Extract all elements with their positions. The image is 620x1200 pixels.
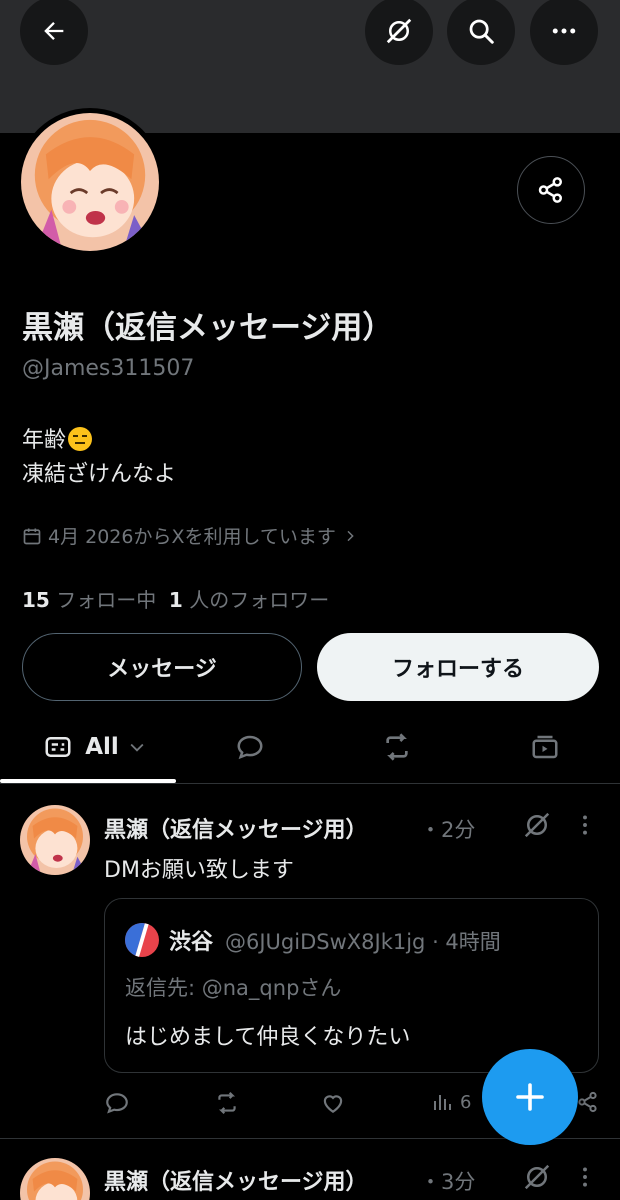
joined-text: 4月 2026からXを利用しています <box>48 526 336 548</box>
compose-post-button[interactable] <box>482 1049 578 1145</box>
chevron-right-icon <box>347 530 354 541</box>
more-horizontal-icon <box>552 28 576 34</box>
quoted-post[interactable]: 渋谷 @6JUgiDSwX8Jk1jg · 4時間 返信先: @na_qnpさん… <box>104 898 599 1073</box>
tab-all[interactable]: All <box>30 712 160 782</box>
post-avatar[interactable] <box>20 805 90 875</box>
avatar-anime-girl <box>20 1158 90 1200</box>
following-label: フォロー中 <box>56 588 157 612</box>
active-tab-indicator <box>0 779 176 783</box>
avatar-anime-girl <box>20 805 90 875</box>
more-button[interactable] <box>530 0 598 65</box>
views-button[interactable]: 6 <box>430 1090 471 1114</box>
follow-stats: 15 フォロー中 1 人のフォロワー <box>22 584 329 613</box>
views-count: 6 <box>460 1091 472 1113</box>
avatar-anime-girl <box>21 113 159 251</box>
media-icon <box>532 735 558 759</box>
profile-bio: 年齢 凍結ざけんなよ <box>22 424 176 492</box>
share-icon <box>578 1091 597 1113</box>
tab-reposts[interactable] <box>362 712 432 782</box>
quote-reply-to: 返信先: @na_qnpさん <box>125 976 342 1000</box>
expressionless-face-emoji-icon <box>68 427 93 451</box>
share-profile-button[interactable] <box>517 156 585 224</box>
post-text: DMお願い致します <box>104 858 294 883</box>
search-button[interactable] <box>447 0 515 65</box>
tab-all-label: All <box>85 734 119 760</box>
quote-avatar <box>125 923 159 957</box>
quote-handle-time: @6JUgiDSwX8Jk1jg · 4時間 <box>225 930 501 954</box>
bio-line-1: 年齢 <box>22 428 67 453</box>
plus-icon <box>516 1083 544 1111</box>
more-vertical-icon[interactable] <box>572 1164 598 1190</box>
share-post-button[interactable] <box>576 1090 600 1114</box>
reply-button[interactable] <box>104 1090 130 1116</box>
reply-icon <box>237 735 263 760</box>
share-icon <box>538 177 562 203</box>
post-author-name[interactable]: 黒瀬（返信メッセージ用） <box>104 1164 368 1196</box>
grok-icon[interactable] <box>522 1162 552 1192</box>
avatar-split-icon <box>125 923 159 957</box>
calendar-icon <box>23 528 41 544</box>
followers-label: 人のフォロワー <box>189 588 330 612</box>
post-time: 3分 <box>441 1170 476 1194</box>
post-meta: ・2分 <box>420 814 475 844</box>
message-button[interactable]: メッセージ <box>22 633 302 701</box>
profile-handle: @James311507 <box>22 356 195 381</box>
repost-button[interactable] <box>214 1090 240 1116</box>
more-vertical-icon[interactable] <box>572 812 598 838</box>
chevron-down-icon <box>130 743 144 752</box>
following-count: 15 <box>22 588 50 612</box>
following-link[interactable]: 15 フォロー中 <box>22 588 156 612</box>
profile-display-name: 黒瀬（返信メッセージ用） <box>22 310 394 346</box>
post-time: 2分 <box>441 818 476 842</box>
back-button[interactable] <box>20 0 88 65</box>
followers-count: 1 <box>168 588 183 612</box>
grok-icon <box>386 18 412 44</box>
post-separator: ・ <box>420 818 441 842</box>
joined-date[interactable]: 4月 2026からXを利用しています <box>22 522 358 549</box>
bio-line-2: 凍結ざけんなよ <box>22 462 177 487</box>
heart-icon <box>323 1095 343 1113</box>
post-author-name[interactable]: 黒瀬（返信メッセージ用） <box>104 812 368 844</box>
post-meta: ・3分 <box>420 1166 475 1196</box>
follow-button[interactable]: フォローする <box>317 633 599 701</box>
followers-link[interactable]: 1 人のフォロワー <box>169 588 329 612</box>
posts-filter-icon <box>45 737 71 757</box>
repost-icon <box>386 733 408 761</box>
grok-icon[interactable] <box>522 810 552 840</box>
arrow-left-icon <box>44 22 64 40</box>
like-button[interactable] <box>320 1090 346 1116</box>
tab-replies[interactable] <box>215 712 285 782</box>
tab-media[interactable] <box>510 712 580 782</box>
profile-tabs: All <box>0 712 620 784</box>
post-separator: ・ <box>420 1170 441 1194</box>
grok-button[interactable] <box>365 0 433 65</box>
post-avatar[interactable] <box>20 1158 90 1200</box>
quote-text: はじめまして仲良くなりたい <box>125 1025 411 1050</box>
repost-icon <box>218 1091 236 1115</box>
quote-author-name: 渋谷 <box>169 930 214 955</box>
profile-avatar[interactable] <box>16 108 164 256</box>
search-icon <box>469 19 494 44</box>
bar-chart-icon <box>434 1095 451 1110</box>
reply-icon <box>106 1093 128 1114</box>
